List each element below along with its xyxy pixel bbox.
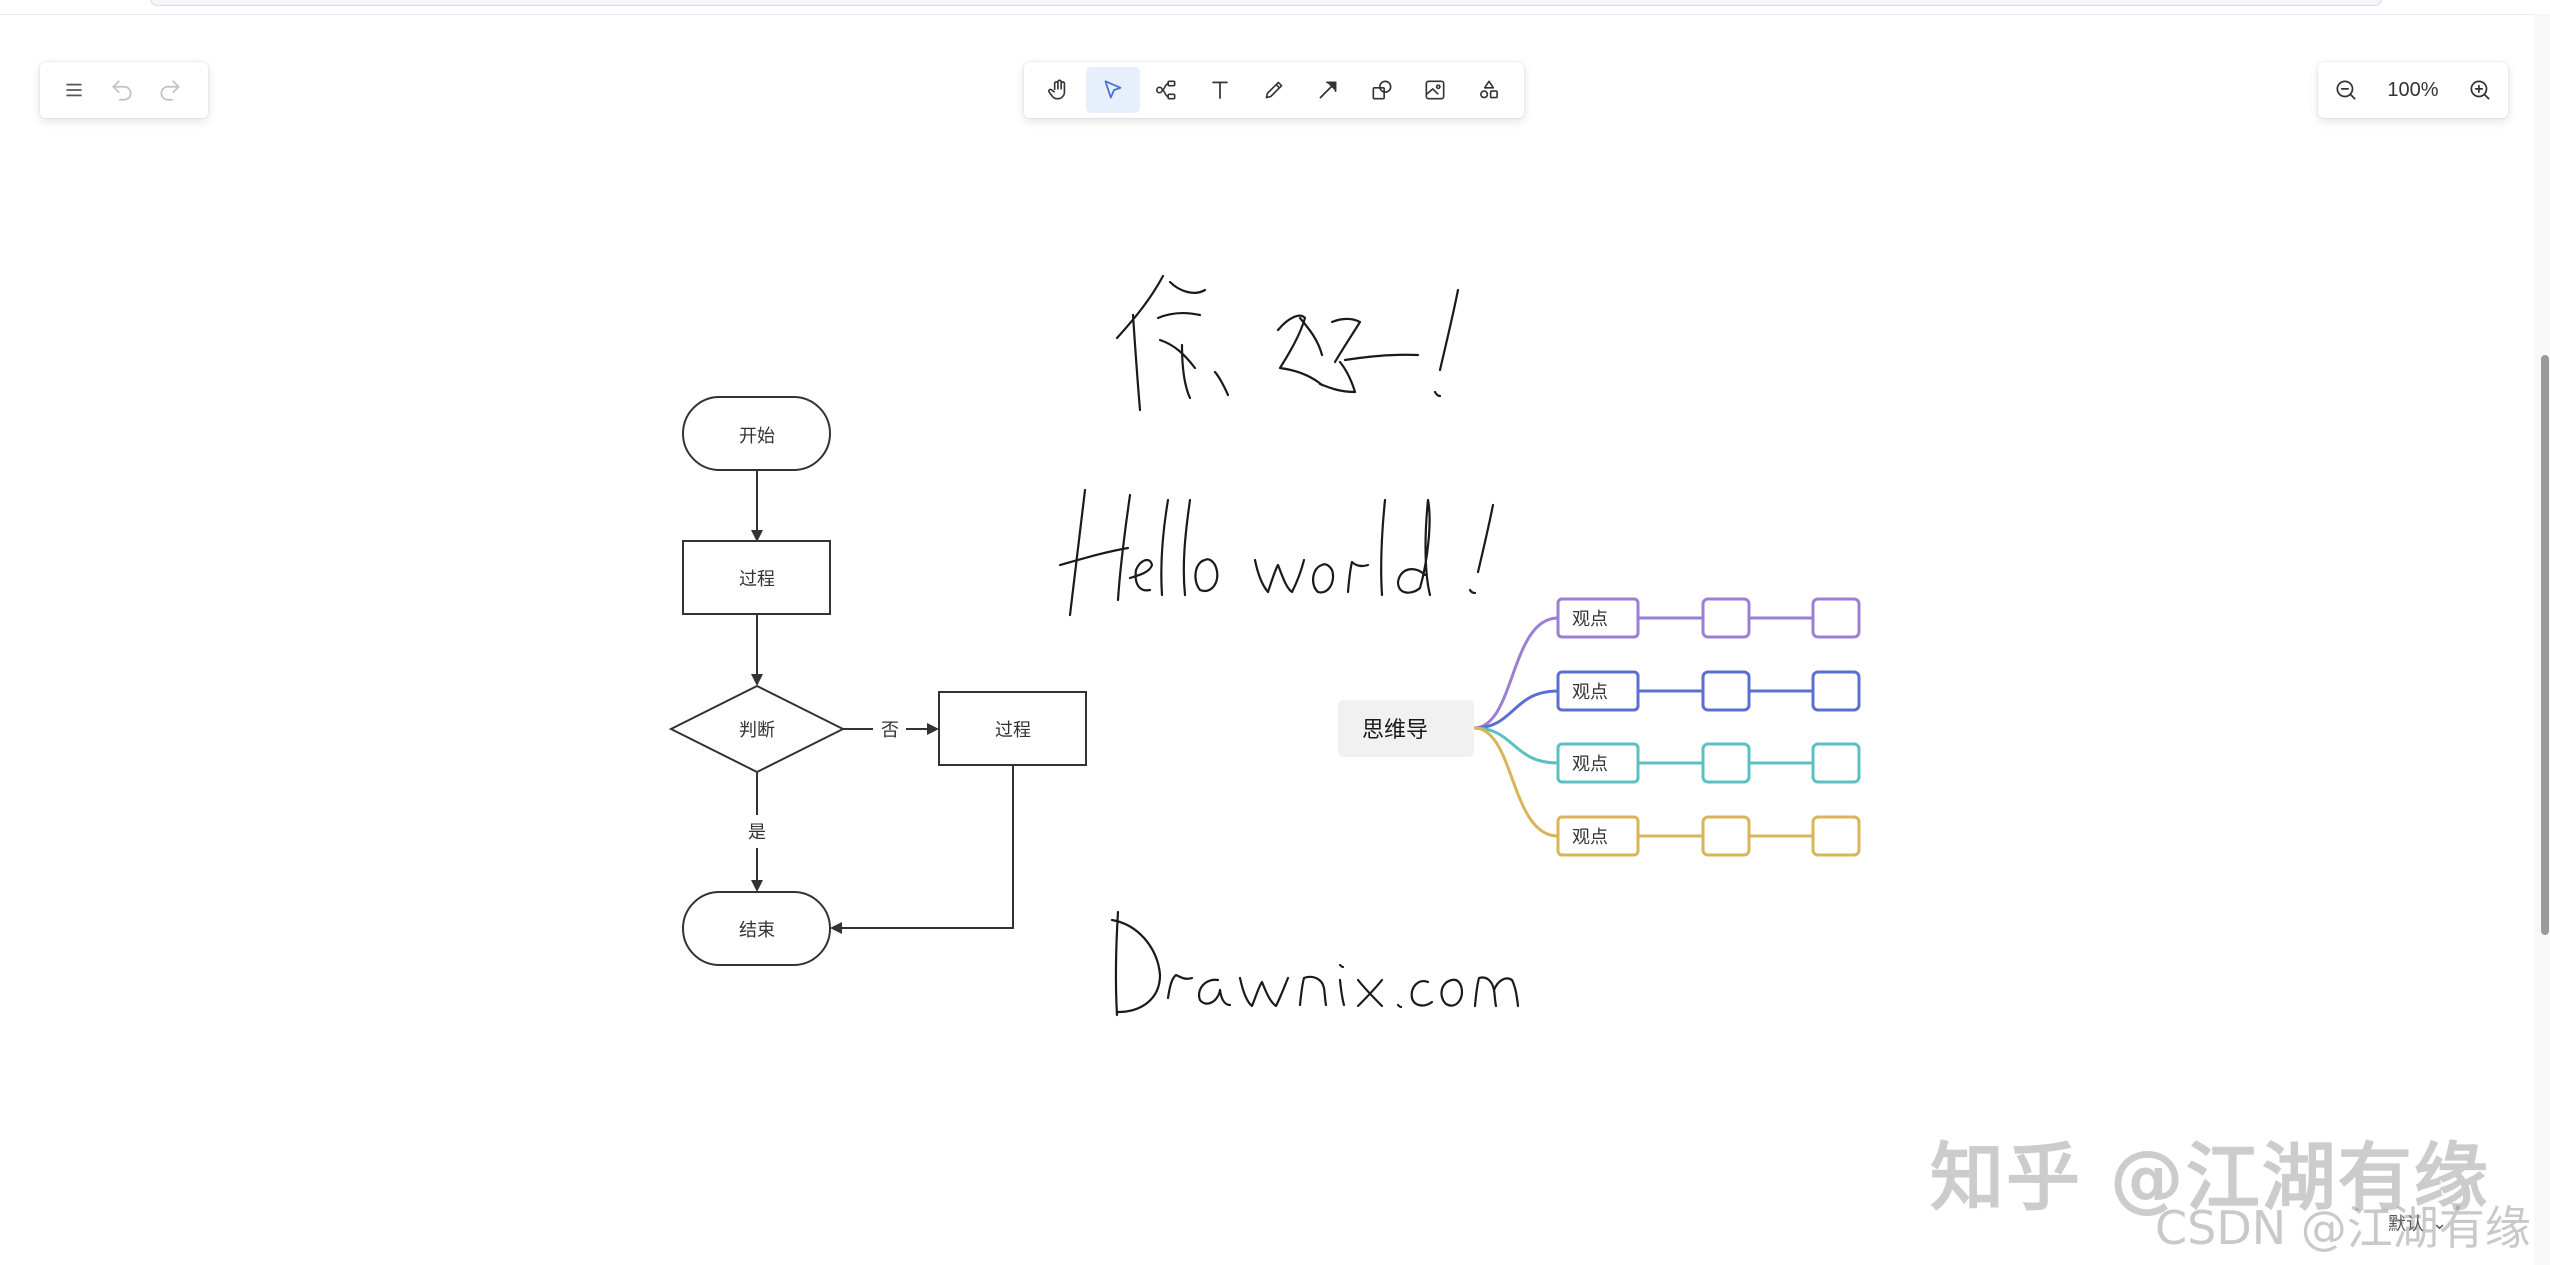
start-node-label: 开始 <box>739 426 775 446</box>
process-node-1-label: 过程 <box>739 569 775 589</box>
vertical-scrollbar-thumb[interactable] <box>2541 355 2549 935</box>
handwriting-nihao[interactable] <box>1115 274 1460 412</box>
mindmap-subtopic-4a[interactable] <box>1701 815 1751 857</box>
csdn-watermark: CSDN @江湖有缘 <box>2155 1201 2531 1255</box>
handwriting-hello-world[interactable] <box>1058 488 1495 617</box>
mindmap-subtopic-2a[interactable] <box>1701 670 1751 712</box>
mindmap-subtopic-3a[interactable] <box>1701 742 1751 784</box>
flow-arrow-return <box>830 765 1014 934</box>
mindmap-subtopic-1a[interactable] <box>1701 597 1751 639</box>
drawing-canvas[interactable]: 开始 过程 判断 否 过程 是 结束 思维导 观点 观点 观点 观点 <box>0 0 2534 1265</box>
mindmap: 思维导 观点 观点 观点 观点 <box>1338 597 1861 857</box>
mindmap-topic-4-label: 观点 <box>1572 827 1608 847</box>
mindmap-subtopic-3b[interactable] <box>1811 742 1861 784</box>
end-node-label: 结束 <box>739 920 775 940</box>
mindmap-root-label: 思维导 <box>1362 717 1428 742</box>
mindmap-subtopic-4b[interactable] <box>1811 815 1861 857</box>
no-label: 否 <box>881 720 899 740</box>
mindmap-topic-1-label: 观点 <box>1572 609 1608 629</box>
mindmap-subtopic-1b[interactable] <box>1811 597 1861 639</box>
mindmap-topic-2-label: 观点 <box>1572 682 1608 702</box>
decision-node-label: 判断 <box>739 720 775 740</box>
mindmap-topic-3-label: 观点 <box>1572 754 1608 774</box>
process-node-2-label: 过程 <box>995 720 1031 740</box>
mindmap-link-4 <box>1473 726 1559 838</box>
mindmap-subtopic-2b[interactable] <box>1811 670 1861 712</box>
flowchart: 开始 过程 判断 否 过程 是 结束 <box>668 396 1087 966</box>
yes-label: 是 <box>748 822 766 842</box>
mindmap-link-1 <box>1473 616 1559 730</box>
handwriting-drawnix[interactable] <box>1110 910 1520 1017</box>
